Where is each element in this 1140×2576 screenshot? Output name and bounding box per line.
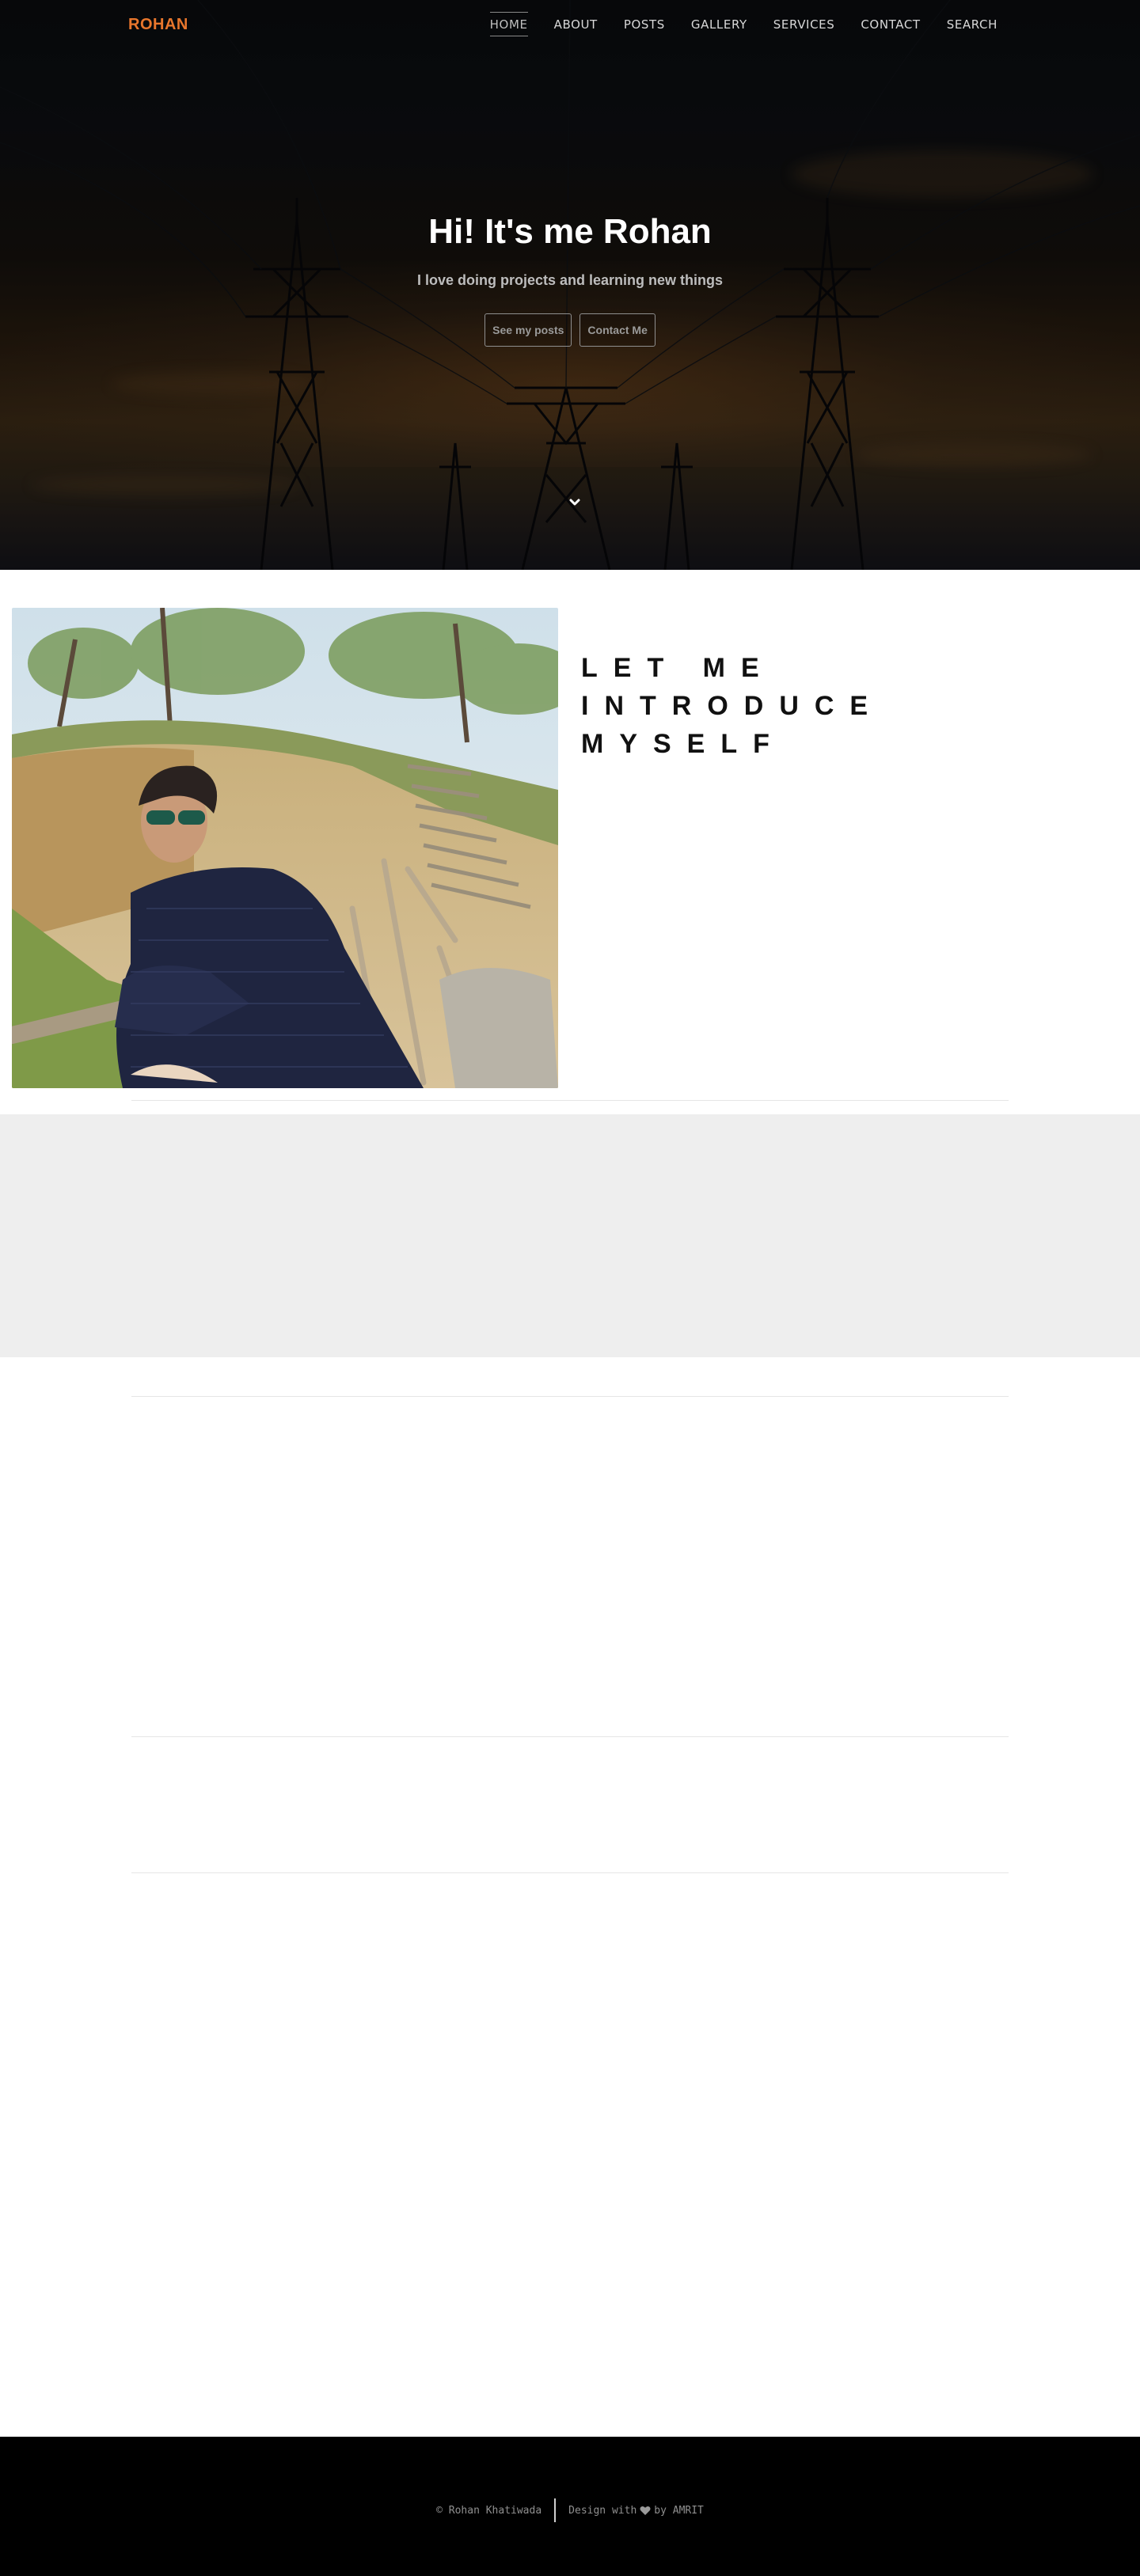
section-divider — [131, 1736, 1009, 1737]
footer-design-prefix: Design with — [568, 2504, 637, 2517]
nav-item-services[interactable]: SERVICES — [773, 17, 835, 36]
see-posts-button[interactable]: See my posts — [484, 313, 572, 347]
page: ROHAN HOME ABOUT POSTS GALLERY SERVICES … — [0, 0, 1140, 2576]
site-logo[interactable]: ROHAN — [128, 16, 188, 34]
hero-section: ROHAN HOME ABOUT POSTS GALLERY SERVICES … — [0, 0, 1140, 570]
nav-item-search[interactable]: SEARCH — [947, 17, 998, 36]
site-footer: © Rohan Khatiwada Design with by AMRIT — [0, 2437, 1140, 2576]
hero-buttons: See my posts Contact Me — [0, 313, 1140, 347]
section-divider — [131, 1872, 1009, 1873]
nav-menu: HOME ABOUT POSTS GALLERY SERVICES CONTAC… — [489, 12, 998, 36]
section-divider — [131, 1100, 1009, 1101]
top-navbar: ROHAN HOME ABOUT POSTS GALLERY SERVICES … — [0, 0, 1140, 49]
footer-content: © Rohan Khatiwada Design with by AMRIT — [0, 2498, 1140, 2522]
nav-item-about[interactable]: ABOUT — [554, 17, 598, 36]
heart-icon — [640, 2506, 651, 2515]
nav-item-contact[interactable]: CONTACT — [861, 17, 920, 36]
nav-item-posts[interactable]: POSTS — [624, 17, 665, 36]
footer-separator — [554, 2498, 557, 2522]
footer-copyright: © Rohan Khatiwada — [436, 2504, 542, 2517]
section-divider — [131, 1396, 1009, 1397]
hero-subtitle: I love doing projects and learning new t… — [416, 272, 724, 288]
footer-design-suffix[interactable]: by AMRIT — [654, 2505, 704, 2517]
chevron-down-icon[interactable] — [568, 495, 582, 510]
contact-me-button[interactable]: Contact Me — [580, 313, 656, 347]
nav-item-home[interactable]: HOME — [489, 12, 528, 36]
grey-section — [0, 1114, 1140, 1357]
profile-photo-illustration — [12, 608, 558, 1088]
hero-title: Hi! It's me Rohan — [428, 212, 712, 251]
profile-photo — [12, 608, 558, 1088]
nav-item-gallery[interactable]: GALLERY — [691, 17, 747, 36]
about-heading: LET ME INTRODUCE MYSELF — [581, 653, 884, 759]
